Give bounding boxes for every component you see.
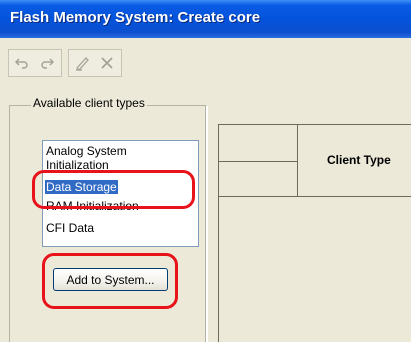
highlight-add-button bbox=[42, 253, 178, 309]
delete-icon bbox=[101, 57, 113, 69]
window-title: Flash Memory System: Create core bbox=[10, 9, 261, 26]
grid-header-bottom bbox=[219, 196, 411, 197]
undo-icon bbox=[14, 58, 28, 69]
highlight-data-storage bbox=[32, 170, 195, 209]
list-item-cfi-data[interactable]: CFI Data bbox=[45, 221, 95, 235]
delete-button[interactable] bbox=[96, 52, 118, 74]
client-types-legend: Available client types bbox=[31, 96, 147, 110]
title-bar[interactable]: Flash Memory System: Create core bbox=[0, 0, 411, 38]
create-core-window: Flash Memory System: Create core Availab… bbox=[0, 0, 411, 342]
grid-row-divider bbox=[219, 161, 298, 162]
redo-icon bbox=[41, 58, 55, 69]
edit-delete-group bbox=[68, 49, 122, 77]
column-header-client-type[interactable]: Client Type bbox=[327, 153, 391, 167]
edit-icon bbox=[76, 57, 89, 71]
undo-button[interactable] bbox=[11, 52, 33, 74]
undo-redo-group bbox=[8, 49, 62, 77]
list-item-analog-system[interactable]: Analog System bbox=[45, 144, 128, 158]
redo-button[interactable] bbox=[36, 52, 58, 74]
edit-button[interactable] bbox=[71, 52, 93, 74]
